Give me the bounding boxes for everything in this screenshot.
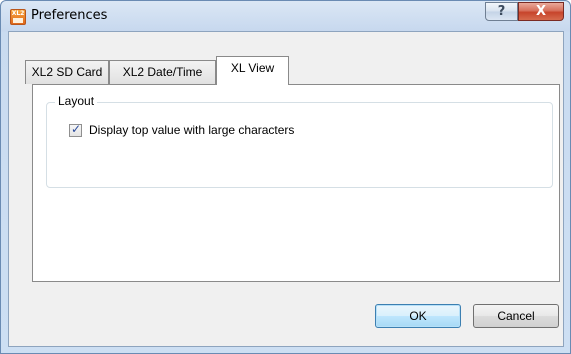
title-bar[interactable]: XL2 Preferences ? X bbox=[1, 1, 570, 31]
cancel-button[interactable]: Cancel bbox=[473, 304, 559, 328]
layout-groupbox: Layout ✓ Display top value with large ch… bbox=[46, 94, 553, 188]
help-button[interactable]: ? bbox=[485, 2, 518, 21]
tab-xl2-date-time[interactable]: XL2 Date/Time bbox=[109, 60, 216, 84]
close-icon: X bbox=[535, 4, 547, 19]
app-icon-tray bbox=[13, 18, 23, 23]
ok-button[interactable]: OK bbox=[375, 304, 461, 328]
large-characters-checkbox[interactable]: ✓ bbox=[69, 122, 82, 137]
layout-group-title: Layout bbox=[55, 94, 98, 108]
close-button[interactable]: X bbox=[518, 2, 564, 21]
tab-panel-xl-view: Layout ✓ Display top value with large ch… bbox=[32, 84, 560, 282]
help-icon: ? bbox=[497, 4, 506, 19]
window-title: Preferences bbox=[31, 8, 108, 23]
large-characters-label[interactable]: Display top value with large characters bbox=[89, 123, 294, 137]
tab-xl-view[interactable]: XL View bbox=[216, 56, 289, 85]
app-icon-text: XL2 bbox=[11, 10, 25, 17]
tab-xl2-sd-card[interactable]: XL2 SD Card bbox=[25, 60, 109, 84]
checkmark-icon: ✓ bbox=[71, 122, 82, 136]
app-icon: XL2 bbox=[10, 9, 26, 25]
